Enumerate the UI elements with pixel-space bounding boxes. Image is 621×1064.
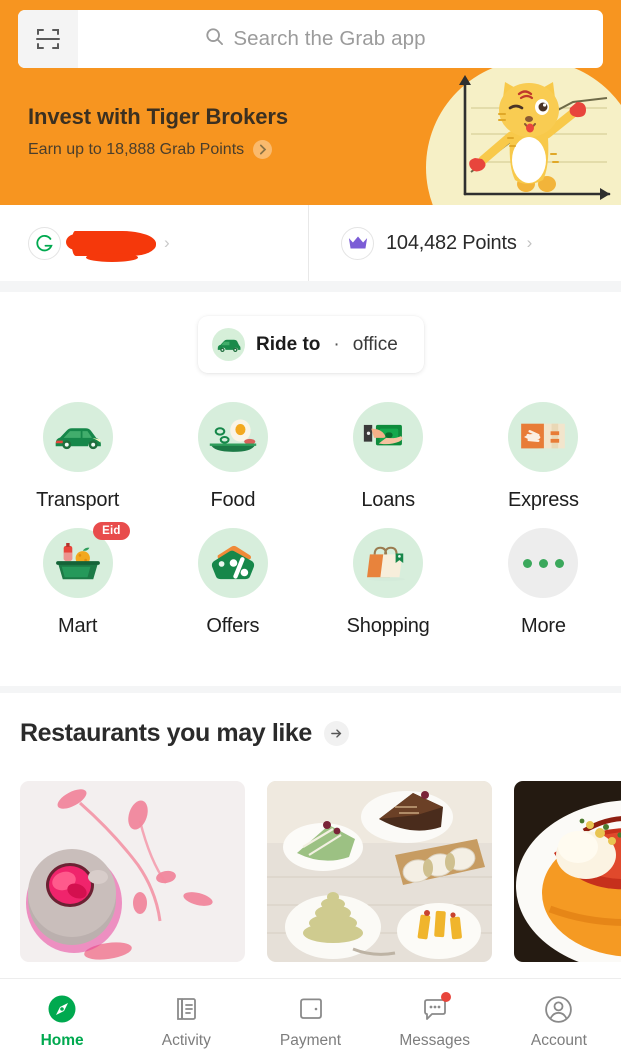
shopping-bags-icon xyxy=(353,528,424,598)
points-value: 104,482 Points xyxy=(386,231,517,254)
account-summary-row: › 104,482 Points › xyxy=(0,205,621,281)
nav-item-payment[interactable]: Payment xyxy=(248,994,372,1050)
service-label: Shopping xyxy=(346,615,430,637)
service-tile-mart[interactable]: Eid Mart xyxy=(0,522,155,638)
service-label: Loans xyxy=(361,489,415,511)
service-tile-more[interactable]: More xyxy=(466,528,621,638)
service-label: More xyxy=(520,615,566,637)
eid-badge: Eid xyxy=(93,522,130,540)
tiger-mascot-icon xyxy=(431,62,621,205)
service-tile-food[interactable]: Food xyxy=(155,402,310,512)
ride-to-shortcut[interactable]: Ride to · office xyxy=(198,316,424,373)
bottom-navigation: Home Activity Payment Messages Account xyxy=(0,978,621,1064)
list-page-icon xyxy=(171,994,202,1025)
scan-qr-icon[interactable] xyxy=(18,10,78,68)
section-divider xyxy=(0,686,621,693)
points-cell[interactable]: 104,482 Points › xyxy=(308,205,621,281)
promo-banner[interactable]: Search the Grab app Invest with Tiger Br… xyxy=(0,0,621,205)
service-label: Transport xyxy=(36,489,120,511)
percent-tag-icon xyxy=(197,528,268,598)
compass-icon xyxy=(47,994,78,1025)
unread-badge xyxy=(441,991,452,1002)
nav-label: Home xyxy=(40,1031,84,1049)
banner-text-block: Invest with Tiger Brokers Earn up to 18,… xyxy=(28,104,288,159)
service-tile-offers[interactable]: Offers xyxy=(155,528,310,638)
nav-label: Activity xyxy=(161,1031,211,1049)
arrow-right-icon[interactable] xyxy=(323,721,349,746)
nav-label: Account xyxy=(530,1031,587,1049)
restaurant-card[interactable] xyxy=(20,781,245,962)
search-bar[interactable]: Search the Grab app xyxy=(18,10,603,68)
search-placeholder-text: Search the Grab app xyxy=(233,27,426,50)
redacted-user-name xyxy=(66,230,156,262)
chat-bubble-icon xyxy=(419,991,452,1025)
egg-plate-icon xyxy=(197,402,268,472)
nav-label: Payment xyxy=(279,1031,342,1049)
restaurant-card[interactable] xyxy=(267,781,492,962)
nav-label: Messages xyxy=(399,1031,471,1049)
service-tile-transport[interactable]: Transport xyxy=(0,402,155,512)
service-label: Food xyxy=(210,489,256,511)
ellipsis-icon xyxy=(508,528,579,598)
profile-cell[interactable]: › xyxy=(0,205,308,281)
service-tile-express[interactable]: Express xyxy=(466,402,621,512)
restaurant-carousel[interactable] xyxy=(20,781,621,962)
nav-item-account[interactable]: Account xyxy=(497,994,621,1050)
restaurants-header[interactable]: Restaurants you may like xyxy=(20,719,349,748)
search-input[interactable]: Search the Grab app xyxy=(78,10,603,68)
hand-money-icon xyxy=(353,402,424,472)
nav-item-activity[interactable]: Activity xyxy=(124,994,248,1050)
service-tile-shopping[interactable]: Shopping xyxy=(311,528,466,638)
banner-subtitle: Earn up to 18,888 Grab Points xyxy=(28,140,245,158)
grab-g-logo-icon xyxy=(28,226,61,260)
car-icon xyxy=(42,402,113,472)
parcel-hand-icon xyxy=(508,402,579,472)
ride-separator: · xyxy=(333,333,340,355)
points-chevron-icon[interactable]: › xyxy=(527,233,533,253)
search-icon xyxy=(205,27,224,51)
service-tile-loans[interactable]: Loans xyxy=(311,402,466,512)
service-label: Mart xyxy=(58,615,98,637)
wallet-icon xyxy=(295,994,326,1025)
service-grid: Transport Food Loans Express Eid Mart Of… xyxy=(0,402,621,638)
nav-item-messages[interactable]: Messages xyxy=(373,991,497,1050)
section-title: Restaurants you may like xyxy=(20,719,312,747)
profile-chevron-icon[interactable]: › xyxy=(164,233,170,253)
service-label: Express xyxy=(507,489,579,511)
ride-destination: office xyxy=(352,333,398,355)
section-gap xyxy=(0,281,621,292)
grocery-basket-icon: Eid xyxy=(42,522,130,598)
crown-icon xyxy=(341,226,374,260)
banner-chevron-icon[interactable] xyxy=(253,140,273,159)
banner-title: Invest with Tiger Brokers xyxy=(28,104,288,129)
service-label: Offers xyxy=(206,615,260,637)
car-icon xyxy=(212,328,245,361)
user-circle-icon xyxy=(543,994,574,1025)
ride-to-label: Ride to xyxy=(256,333,321,355)
restaurant-card[interactable] xyxy=(514,781,621,962)
nav-item-home[interactable]: Home xyxy=(0,994,124,1050)
